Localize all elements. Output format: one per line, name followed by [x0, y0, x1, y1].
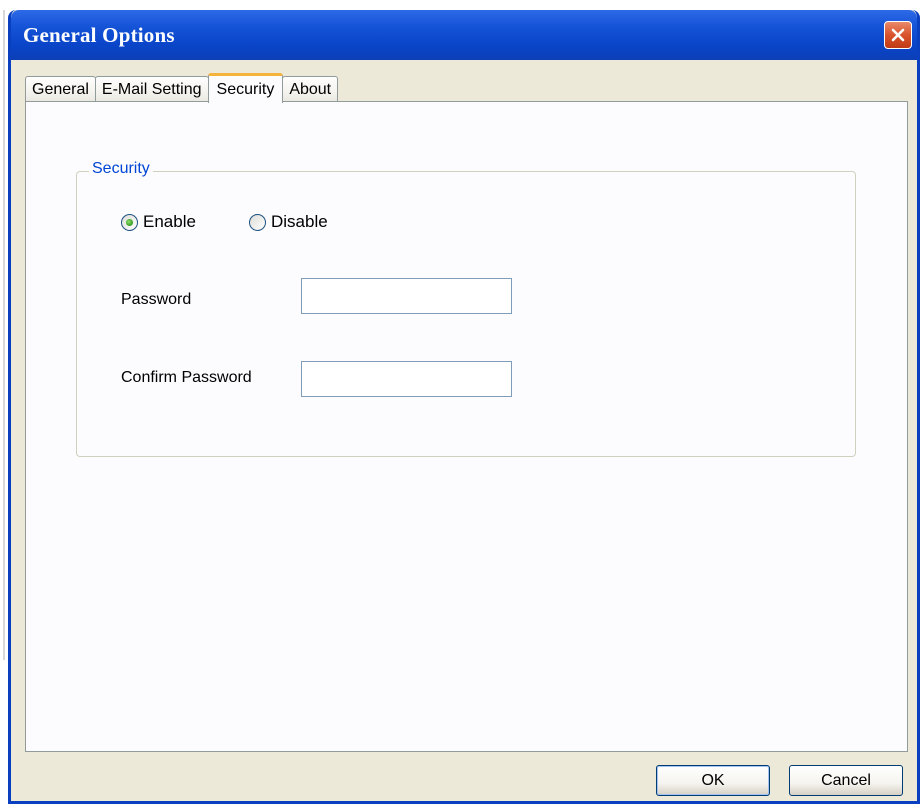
tab-label: General	[32, 80, 89, 98]
tab-general[interactable]: General	[25, 76, 96, 102]
confirm-password-field[interactable]	[301, 361, 512, 397]
confirm-password-label: Confirm Password	[121, 369, 252, 386]
password-label: Password	[121, 291, 192, 308]
dialog-button-bar: OK Cancel	[11, 752, 917, 801]
password-field[interactable]	[301, 278, 512, 314]
tab-label: About	[289, 80, 332, 98]
title-bar[interactable]: General Options	[11, 10, 917, 60]
ok-button[interactable]: OK	[656, 765, 770, 796]
tab-strip: General E-Mail Setting Security About	[25, 70, 339, 103]
close-button[interactable]	[884, 21, 912, 49]
radio-checked-icon	[121, 213, 138, 231]
disable-radio[interactable]: Disable	[249, 212, 328, 232]
security-tab-panel: Security Enable Disable Password Confirm…	[25, 101, 908, 752]
tab-email-setting[interactable]: E-Mail Setting	[94, 76, 209, 102]
tab-label: Security	[216, 80, 275, 98]
tab-security[interactable]: Security	[207, 73, 284, 103]
window-title: General Options	[23, 23, 175, 47]
enable-radio-label: Enable	[143, 212, 196, 231]
radio-unchecked-icon	[249, 213, 266, 231]
enable-radio[interactable]: Enable	[121, 212, 196, 232]
security-group-label: Security	[89, 160, 153, 178]
general-options-dialog: General Options General E-Mail Setting S…	[8, 10, 920, 804]
close-icon	[890, 27, 906, 43]
cancel-button[interactable]: Cancel	[789, 765, 903, 796]
disable-radio-label: Disable	[271, 212, 328, 231]
security-group-box: Security Enable Disable Password Confirm…	[76, 160, 856, 457]
background-edge	[3, 10, 5, 660]
tab-label: E-Mail Setting	[101, 80, 202, 98]
tab-about[interactable]: About	[282, 76, 339, 102]
